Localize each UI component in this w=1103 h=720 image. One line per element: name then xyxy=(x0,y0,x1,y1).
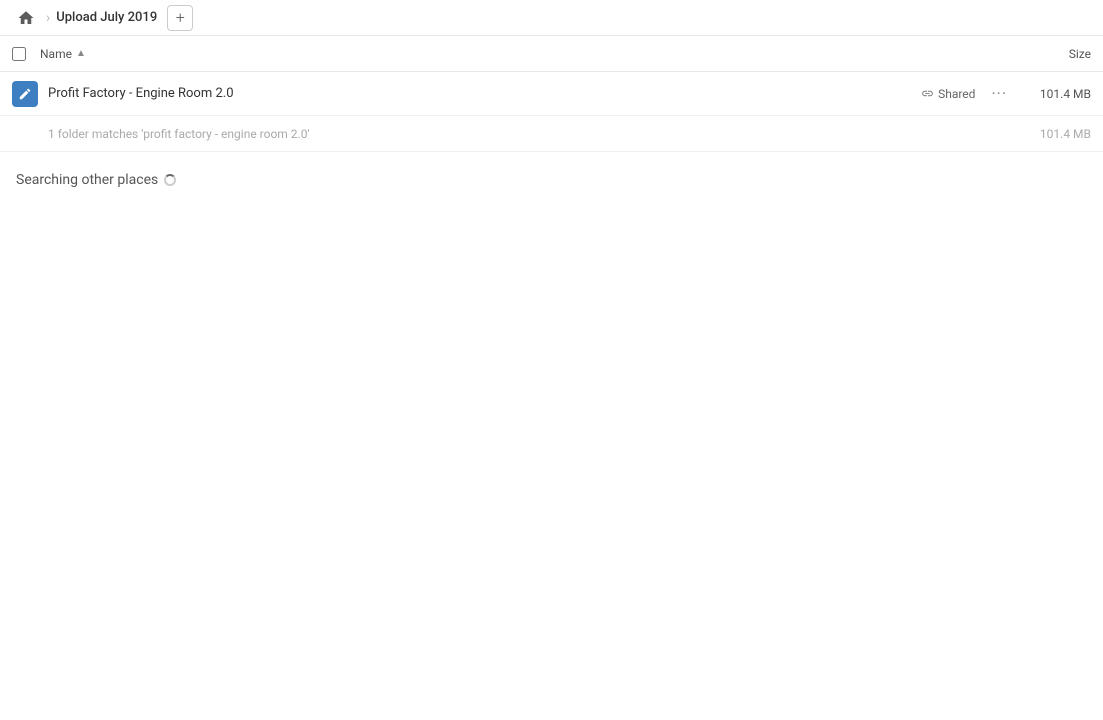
add-button[interactable]: + xyxy=(167,5,193,31)
link-icon xyxy=(921,87,934,100)
sub-row: 1 folder matches 'profit factory - engin… xyxy=(0,116,1103,152)
file-name: Profit Factory - Engine Room 2.0 xyxy=(48,86,921,101)
shared-badge: Shared xyxy=(921,87,975,101)
searching-section: Searching other places xyxy=(0,152,1103,196)
sort-arrow-icon: ▲ xyxy=(76,48,86,59)
folder-icon xyxy=(12,81,38,107)
size-column-header: Size xyxy=(1011,47,1091,61)
searching-label: Searching other places xyxy=(16,172,1087,188)
breadcrumb-title: Upload July 2019 xyxy=(56,10,157,25)
select-all-checkbox[interactable] xyxy=(12,47,26,61)
loading-spinner xyxy=(164,174,176,186)
column-headers: Name ▲ Size xyxy=(0,36,1103,72)
row-checkbox-wrap[interactable] xyxy=(12,81,40,107)
searching-text: Searching other places xyxy=(16,172,158,188)
sub-row-size: 101.4 MB xyxy=(1011,127,1091,141)
sub-row-text: 1 folder matches 'profit factory - engin… xyxy=(48,127,1011,141)
breadcrumb-bar: › Upload July 2019 + xyxy=(0,0,1103,36)
file-meta: Shared ··· xyxy=(921,84,1011,103)
file-size: 101.4 MB xyxy=(1011,87,1091,101)
file-row[interactable]: Profit Factory - Engine Room 2.0 Shared … xyxy=(0,72,1103,116)
more-options-button[interactable]: ··· xyxy=(987,84,1011,103)
breadcrumb-separator: › xyxy=(46,10,50,26)
select-all-checkbox-wrap[interactable] xyxy=(12,47,40,61)
name-column-header[interactable]: Name ▲ xyxy=(40,47,1011,61)
home-button[interactable] xyxy=(12,4,40,32)
shared-label: Shared xyxy=(938,87,975,101)
